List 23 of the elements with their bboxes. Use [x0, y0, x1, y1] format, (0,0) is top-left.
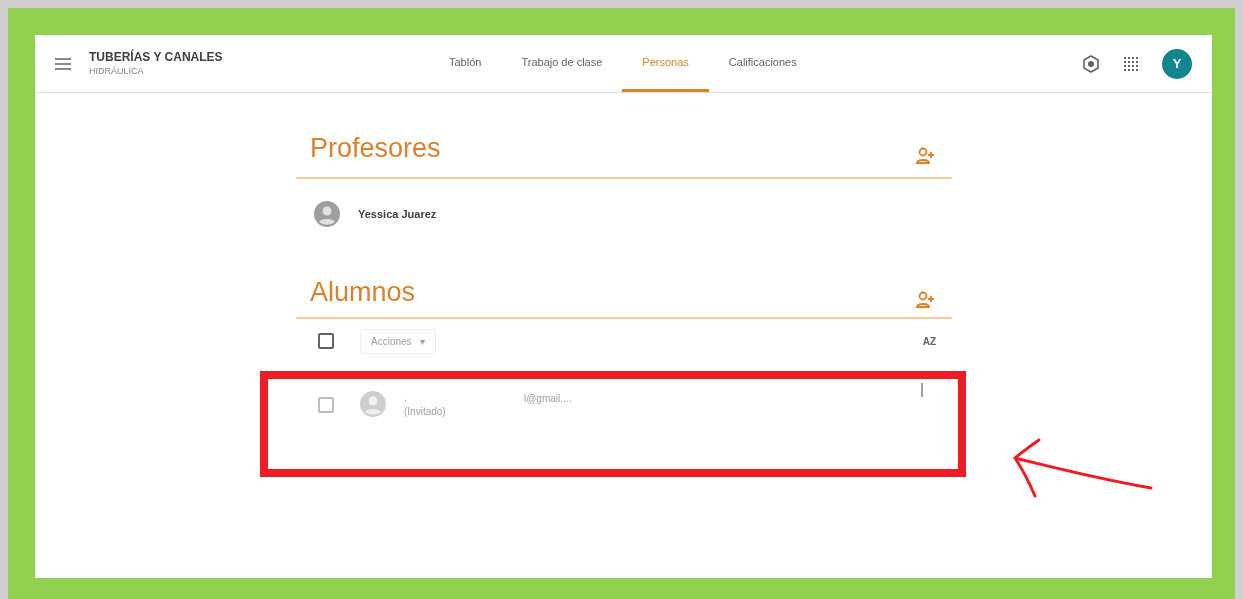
tab[interactable]: Tablón — [429, 35, 502, 92]
apps-grid-icon[interactable] — [1124, 56, 1138, 71]
menu-icon[interactable] — [55, 57, 71, 70]
course-subtitle: HIDRÁULICA — [89, 64, 145, 78]
tab[interactable]: Trabajo de clase — [501, 35, 623, 92]
add-person-icon[interactable] — [916, 147, 936, 165]
student-email: l@gmail.... — [524, 392, 572, 406]
checkbox[interactable] — [318, 333, 334, 349]
section-heading: Alumnos — [309, 276, 416, 309]
checkbox[interactable] — [318, 397, 334, 413]
student-status: (Invitado) — [404, 405, 447, 419]
tab[interactable]: Calificaciones — [708, 35, 817, 92]
sort-button[interactable]: AZ — [922, 333, 936, 349]
add-person-icon[interactable] — [916, 291, 936, 309]
avatar-icon — [360, 391, 386, 417]
account-avatar[interactable]: Y — [1162, 48, 1192, 79]
teacher-name: Yessica Juarez — [358, 206, 437, 222]
student-name: . — [404, 390, 409, 405]
course-title[interactable]: TUBERÍAS Y CANALES — [89, 49, 389, 65]
section-heading: Profesores — [309, 132, 441, 165]
avatar-icon — [314, 201, 340, 227]
more-menu-icon[interactable] — [921, 383, 924, 397]
settings-icon[interactable] — [1082, 54, 1100, 73]
